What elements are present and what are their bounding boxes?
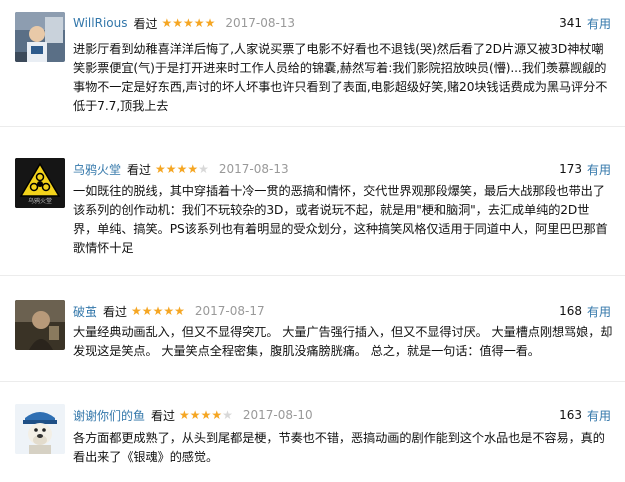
useful-votes[interactable]: 341 有用 bbox=[559, 12, 611, 34]
watched-label: 看过 bbox=[127, 162, 152, 177]
star-icon: ★ bbox=[176, 162, 188, 176]
vote-count: 173 bbox=[559, 162, 582, 176]
star-icon: ★ bbox=[152, 304, 164, 318]
star-icon: ★ bbox=[198, 162, 209, 176]
star-icon: ★ bbox=[155, 162, 166, 176]
useful-button[interactable]: 有用 bbox=[587, 303, 611, 320]
useful-votes[interactable]: 168 有用 bbox=[559, 300, 611, 322]
useful-votes[interactable]: 173 有用 bbox=[559, 158, 611, 180]
vote-count: 341 bbox=[559, 16, 582, 30]
review-meta: 破茧 看过 ★★★★★ 2017-08-17 bbox=[73, 300, 265, 322]
star-icon: ★ bbox=[200, 408, 212, 422]
review-date: 2017-08-10 bbox=[242, 408, 313, 422]
watched-label: 看过 bbox=[151, 408, 176, 423]
star-icon: ★ bbox=[189, 408, 201, 422]
avatar[interactable] bbox=[15, 300, 65, 350]
useful-button[interactable]: 有用 bbox=[587, 161, 611, 178]
vote-count: 163 bbox=[559, 408, 582, 422]
star-icon: ★ bbox=[222, 408, 233, 422]
watched-label: 看过 bbox=[133, 16, 158, 31]
rating-stars: ★★★★★ bbox=[179, 408, 233, 422]
star-icon: ★ bbox=[204, 16, 216, 30]
star-icon: ★ bbox=[172, 16, 184, 30]
watched-label: 看过 bbox=[103, 304, 128, 319]
star-icon: ★ bbox=[131, 304, 142, 318]
star-icon: ★ bbox=[163, 304, 175, 318]
review-text: 各方面都更成熟了，从头到尾都是梗，节奏也不错，恶搞动画的剧作能到这个水品也是不容… bbox=[73, 431, 605, 464]
useful-votes[interactable]: 163 有用 bbox=[559, 404, 611, 426]
star-icon: ★ bbox=[211, 408, 223, 422]
avatar[interactable] bbox=[15, 12, 65, 62]
star-icon: ★ bbox=[141, 304, 153, 318]
review-date: 2017-08-13 bbox=[225, 16, 296, 30]
useful-button[interactable]: 有用 bbox=[587, 15, 611, 32]
avatar[interactable]: 乌鸦火堂 bbox=[15, 158, 65, 208]
review-item: 谢谢你们的鱼 看过 ★★★★★ 2017-08-10 163 有用 各方面都更成… bbox=[0, 398, 625, 482]
review-meta: 谢谢你们的鱼 看过 ★★★★★ 2017-08-10 bbox=[73, 404, 313, 426]
star-icon: ★ bbox=[165, 162, 177, 176]
useful-button[interactable]: 有用 bbox=[587, 407, 611, 424]
username-link[interactable]: 谢谢你们的鱼 bbox=[73, 407, 145, 424]
star-icon: ★ bbox=[161, 16, 173, 30]
username-link[interactable]: 乌鸦火堂 bbox=[73, 161, 121, 178]
review-item: 破茧 看过 ★★★★★ 2017-08-17 168 有用 大量经典动画乱入，但… bbox=[0, 292, 625, 382]
review-meta: 乌鸦火堂 看过 ★★★★★ 2017-08-13 bbox=[73, 158, 289, 180]
review-text: 大量经典动画乱入，但又不显得突兀。 大量广告强行插入，但又不显得讨厌。 大量槽点… bbox=[73, 325, 613, 358]
rating-stars: ★★★★★ bbox=[162, 16, 216, 30]
username-link[interactable]: WillRious bbox=[73, 16, 127, 30]
review-text: 进影厅看到幼稚喜洋洋后悔了,人家说买票了电影不好看也不退钱(哭)然后看了2D片源… bbox=[73, 42, 608, 113]
avatar[interactable] bbox=[15, 404, 65, 454]
review-date: 2017-08-17 bbox=[194, 304, 265, 318]
rating-stars: ★★★★★ bbox=[131, 304, 185, 318]
avatar-caption: 乌鸦火堂 bbox=[27, 198, 52, 205]
star-icon: ★ bbox=[174, 304, 185, 318]
review-item: 乌鸦火堂 乌鸦火堂 看过 ★★★★★ 2017-08-13 173 有用 一如既… bbox=[0, 148, 625, 276]
review-date: 2017-08-13 bbox=[218, 162, 289, 176]
review-meta: WillRious 看过 ★★★★★ 2017-08-13 bbox=[73, 12, 295, 34]
review-item: WillRious 看过 ★★★★★ 2017-08-13 341 有用 进影厅… bbox=[0, 0, 625, 127]
star-icon: ★ bbox=[193, 16, 205, 30]
review-text: 一如既往的脱线，其中穿插着十冷一贯的恶搞和情怀，交代世界观那段爆笑，最后大战那段… bbox=[73, 184, 608, 255]
vote-count: 168 bbox=[559, 304, 582, 318]
rating-stars: ★★★★★ bbox=[155, 162, 209, 176]
star-icon: ★ bbox=[179, 408, 190, 422]
star-icon: ★ bbox=[183, 16, 194, 30]
star-icon: ★ bbox=[187, 162, 199, 176]
username-link[interactable]: 破茧 bbox=[73, 303, 97, 320]
